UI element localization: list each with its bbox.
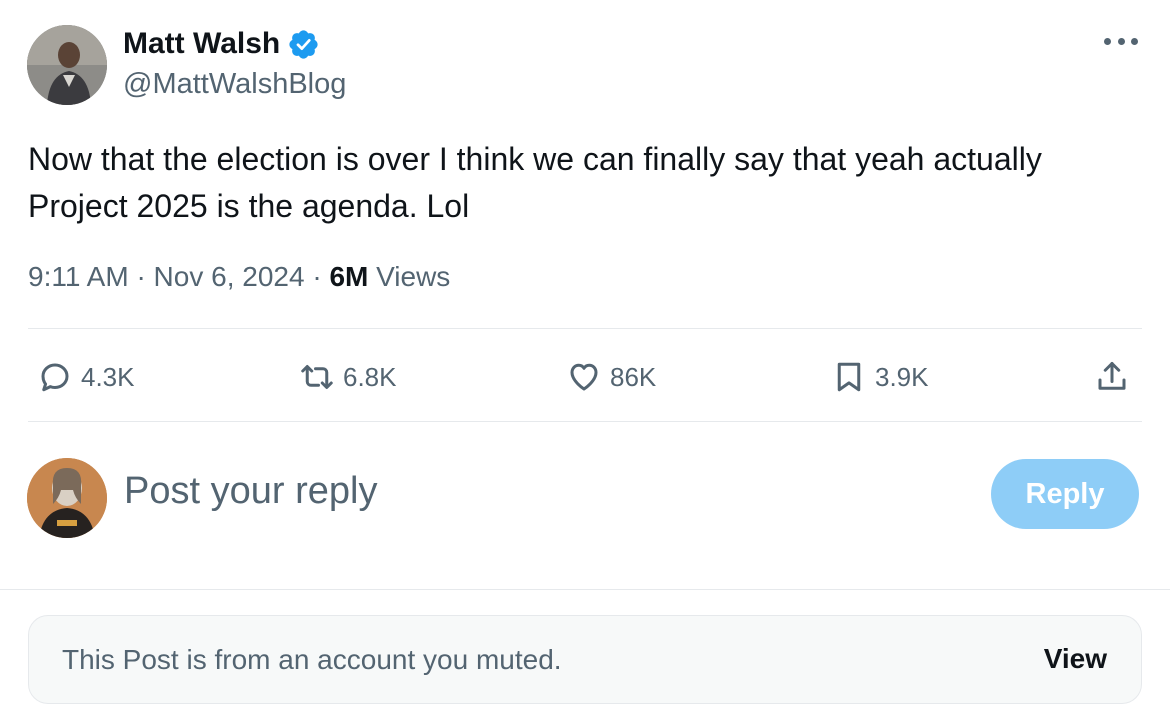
more-dot	[1117, 37, 1125, 45]
heart-icon	[570, 363, 598, 391]
reply-input[interactable]	[124, 470, 944, 513]
divider	[0, 589, 1170, 590]
like-action-button[interactable]: 86K	[566, 357, 656, 397]
post-text: Now that the election is over I think we…	[28, 141, 1042, 224]
retweet-count: 6.8K	[343, 361, 397, 392]
divider	[28, 421, 1142, 422]
author-name[interactable]: Matt Walsh	[123, 27, 280, 61]
retweet-action-button[interactable]: 6.8K	[299, 357, 397, 397]
reply-icon	[41, 363, 69, 392]
verified-badge-icon	[289, 29, 318, 59]
muted-notice-text: This Post is from an account you muted.	[62, 644, 562, 675]
post-date[interactable]: Nov 6, 2024	[154, 261, 305, 292]
meta-separator: ·	[312, 261, 322, 292]
views-count: 6M	[329, 261, 369, 292]
author-handle[interactable]: @MattWalshBlog	[123, 68, 346, 101]
muted-notice: This Post is from an account you muted. …	[28, 615, 1142, 704]
bookmark-count: 3.9K	[875, 361, 929, 392]
bookmark-action-button[interactable]: 3.9K	[831, 357, 929, 397]
view-muted-post-link[interactable]: View	[1044, 643, 1107, 675]
views-label: Views	[376, 261, 451, 292]
reply-action-button[interactable]: 4.3K	[37, 357, 135, 397]
author-avatar-image	[27, 25, 107, 105]
share-action-button[interactable]	[1094, 357, 1130, 397]
share-icon	[1098, 362, 1126, 390]
more-icon[interactable]	[1104, 31, 1138, 51]
more-dot	[1104, 37, 1111, 45]
post-time[interactable]: 9:11 AM	[28, 261, 129, 292]
divider	[28, 328, 1142, 329]
author-name-row: Matt Walsh	[123, 27, 320, 61]
like-count: 86K	[610, 361, 657, 392]
reply-button[interactable]: Reply	[991, 459, 1139, 529]
more-dot	[1131, 37, 1138, 45]
bookmark-icon	[837, 362, 861, 392]
current-user-avatar[interactable]	[27, 458, 107, 538]
current-user-avatar-image	[27, 458, 107, 538]
meta-separator: ·	[136, 261, 146, 292]
reply-count: 4.3K	[81, 361, 135, 392]
post-meta: 9:11 AM · Nov 6, 2024 · 6M Views	[28, 261, 450, 293]
author-avatar[interactable]	[27, 25, 107, 105]
retweet-icon	[301, 365, 333, 389]
